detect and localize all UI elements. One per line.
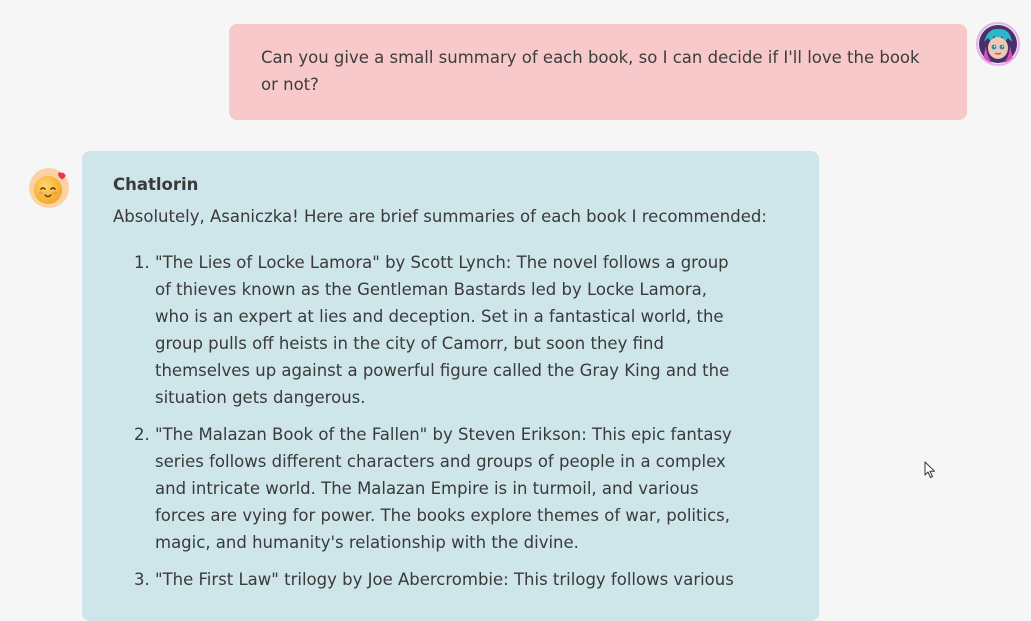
bot-avatar[interactable]	[28, 167, 70, 209]
user-message-text: Can you give a small summary of each boo…	[261, 48, 920, 94]
user-message-bubble: Can you give a small summary of each boo…	[229, 24, 967, 120]
bot-message-bubble: Chatlorin Absolutely, Asaniczka! Here ar…	[82, 151, 819, 621]
list-item: "The Lies of Locke Lamora" by Scott Lync…	[155, 249, 745, 411]
list-item: "The First Law" trilogy by Joe Abercromb…	[155, 566, 745, 593]
bot-intro-text: Absolutely, Asaniczka! Here are brief su…	[113, 207, 767, 226]
mouse-cursor-icon	[924, 461, 935, 478]
user-avatar[interactable]	[978, 24, 1018, 64]
user-avatar-icon	[978, 24, 1018, 64]
book-summary-list: "The Lies of Locke Lamora" by Scott Lync…	[113, 249, 745, 593]
smiling-face-with-hearts-icon	[29, 168, 69, 208]
list-item: "The Malazan Book of the Fallen" by Stev…	[155, 421, 745, 556]
bot-name: Chatlorin	[113, 175, 199, 194]
